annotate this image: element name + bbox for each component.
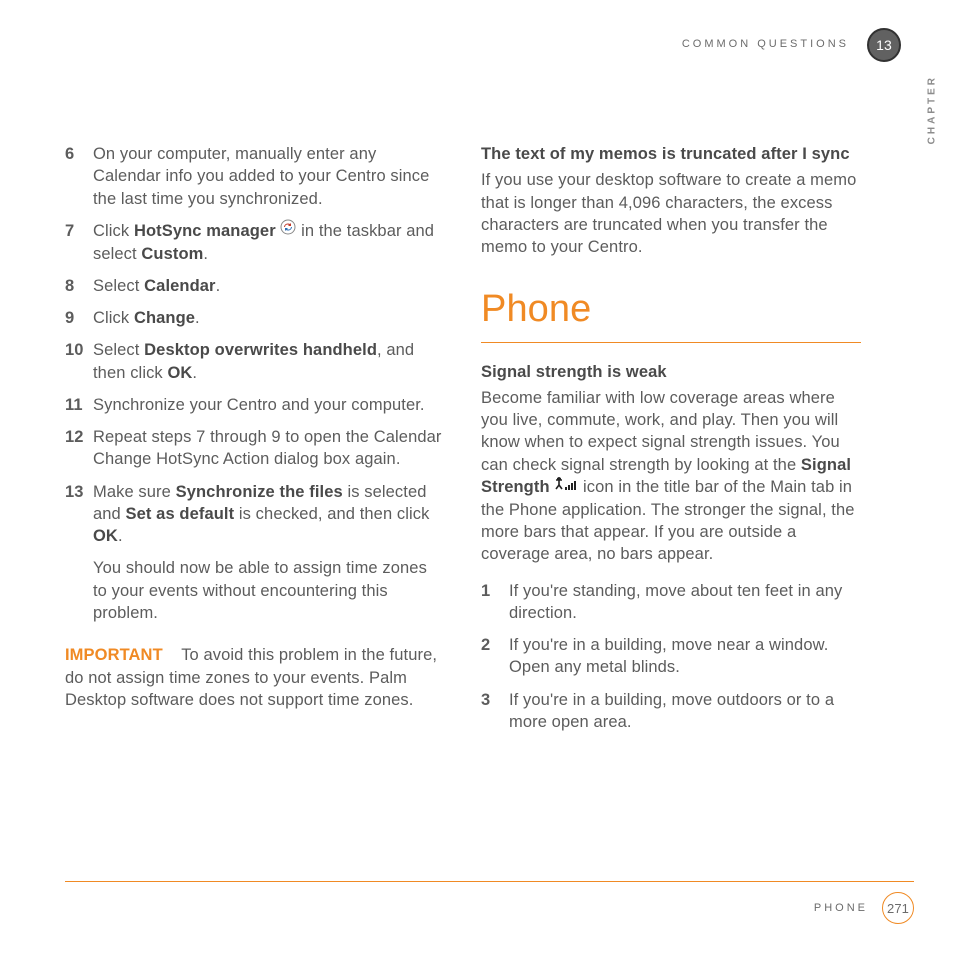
step-text: Make sure	[93, 483, 176, 501]
step-bold: HotSync manager	[134, 222, 276, 240]
step-item: 10 Select Desktop overwrites handheld, a…	[65, 339, 445, 384]
step-text: Synchronize your Centro and your compute…	[93, 396, 425, 414]
step-text: Click	[93, 309, 134, 327]
step-body: Select Calendar.	[93, 275, 445, 297]
step-text: .	[195, 309, 200, 327]
step-number: 6	[65, 143, 93, 210]
step-text: .	[216, 277, 221, 295]
content-columns: 6 On your computer, manually enter any C…	[65, 143, 919, 743]
step-number: 1	[481, 580, 509, 625]
step-text: is checked, and then click	[234, 505, 429, 523]
step-item: 12 Repeat steps 7 through 9 to open the …	[65, 426, 445, 471]
subheading: The text of my memos is truncated after …	[481, 143, 861, 165]
step-number: 10	[65, 339, 93, 384]
step-body: Click Change.	[93, 307, 445, 329]
step-body: On your computer, manually enter any Cal…	[93, 143, 445, 210]
step-bold: OK	[167, 364, 192, 382]
step-bold: Desktop overwrites handheld	[144, 341, 377, 359]
step-item: 9 Click Change.	[65, 307, 445, 329]
step-item: 7 Click HotSync manager in the taskbar a…	[65, 220, 445, 265]
step-body: If you're in a building, move outdoors o…	[509, 689, 861, 734]
step-body: If you're standing, move about ten feet …	[509, 580, 861, 625]
left-column: 6 On your computer, manually enter any C…	[65, 143, 445, 743]
step-text: Click	[93, 222, 134, 240]
running-head: COMMON QUESTIONS	[682, 38, 849, 50]
step-text: On your computer, manually enter any Cal…	[93, 145, 429, 208]
footer-section-label: PHONE	[814, 902, 868, 914]
important-note: IMPORTANT To avoid this problem in the f…	[65, 644, 445, 711]
chapter-number-badge: 13	[867, 28, 901, 62]
step-item: 8 Select Calendar.	[65, 275, 445, 297]
section-divider	[481, 342, 861, 343]
footer-divider	[65, 881, 914, 882]
footer-row: PHONE 271	[65, 892, 914, 924]
paragraph: Become familiar with low coverage areas …	[481, 387, 861, 566]
page-header: COMMON QUESTIONS 13	[65, 10, 919, 68]
step-item: 2 If you're in a building, move near a w…	[481, 634, 861, 679]
step-bold: Synchronize the files	[176, 483, 343, 501]
important-label: IMPORTANT	[65, 646, 163, 664]
step-number: 7	[65, 220, 93, 265]
section-title: Phone	[481, 284, 861, 335]
step-item: 6 On your computer, manually enter any C…	[65, 143, 445, 210]
step-number: 13	[65, 481, 93, 548]
chapter-side-label: CHAPTER	[926, 75, 937, 144]
step-number: 9	[65, 307, 93, 329]
step-number: 8	[65, 275, 93, 297]
step-item: 11 Synchronize your Centro and your comp…	[65, 394, 445, 416]
step-bold: Custom	[141, 245, 203, 263]
right-column: The text of my memos is truncated after …	[481, 143, 861, 743]
step-bold: Change	[134, 309, 195, 327]
step-text: .	[203, 245, 208, 263]
step-item: 3 If you're in a building, move outdoors…	[481, 689, 861, 734]
step-body: Repeat steps 7 through 9 to open the Cal…	[93, 426, 445, 471]
step-text: .	[192, 364, 197, 382]
step-text: Repeat steps 7 through 9 to open the Cal…	[93, 428, 442, 468]
step-bold: Calendar	[144, 277, 215, 295]
paragraph-text: Become familiar with low coverage areas …	[481, 389, 840, 474]
step-body: Synchronize your Centro and your compute…	[93, 394, 445, 416]
step-text: Select	[93, 277, 144, 295]
step-body: If you're in a building, move near a win…	[509, 634, 861, 679]
step-number: 3	[481, 689, 509, 734]
step-body: Click HotSync manager in the taskbar and…	[93, 220, 445, 265]
page-footer: PHONE 271	[0, 881, 954, 924]
step-bold: OK	[93, 527, 118, 545]
step-followup: You should now be able to assign time zo…	[93, 557, 445, 624]
step-item: 1 If you're standing, move about ten fee…	[481, 580, 861, 625]
signal-strength-icon	[554, 475, 578, 497]
step-bold: Set as default	[126, 505, 235, 523]
hotsync-icon	[280, 219, 296, 241]
step-number: 11	[65, 394, 93, 416]
step-body: Make sure Synchronize the files is selec…	[93, 481, 445, 548]
step-text: .	[118, 527, 123, 545]
page-number: 271	[882, 892, 914, 924]
subheading: Signal strength is weak	[481, 361, 861, 383]
step-item: 13 Make sure Synchronize the files is se…	[65, 481, 445, 548]
step-text: Select	[93, 341, 144, 359]
document-page: COMMON QUESTIONS 13 CHAPTER 6 On your co…	[0, 0, 954, 954]
paragraph: If you use your desktop software to crea…	[481, 169, 861, 258]
step-body: Select Desktop overwrites handheld, and …	[93, 339, 445, 384]
step-number: 2	[481, 634, 509, 679]
step-number: 12	[65, 426, 93, 471]
